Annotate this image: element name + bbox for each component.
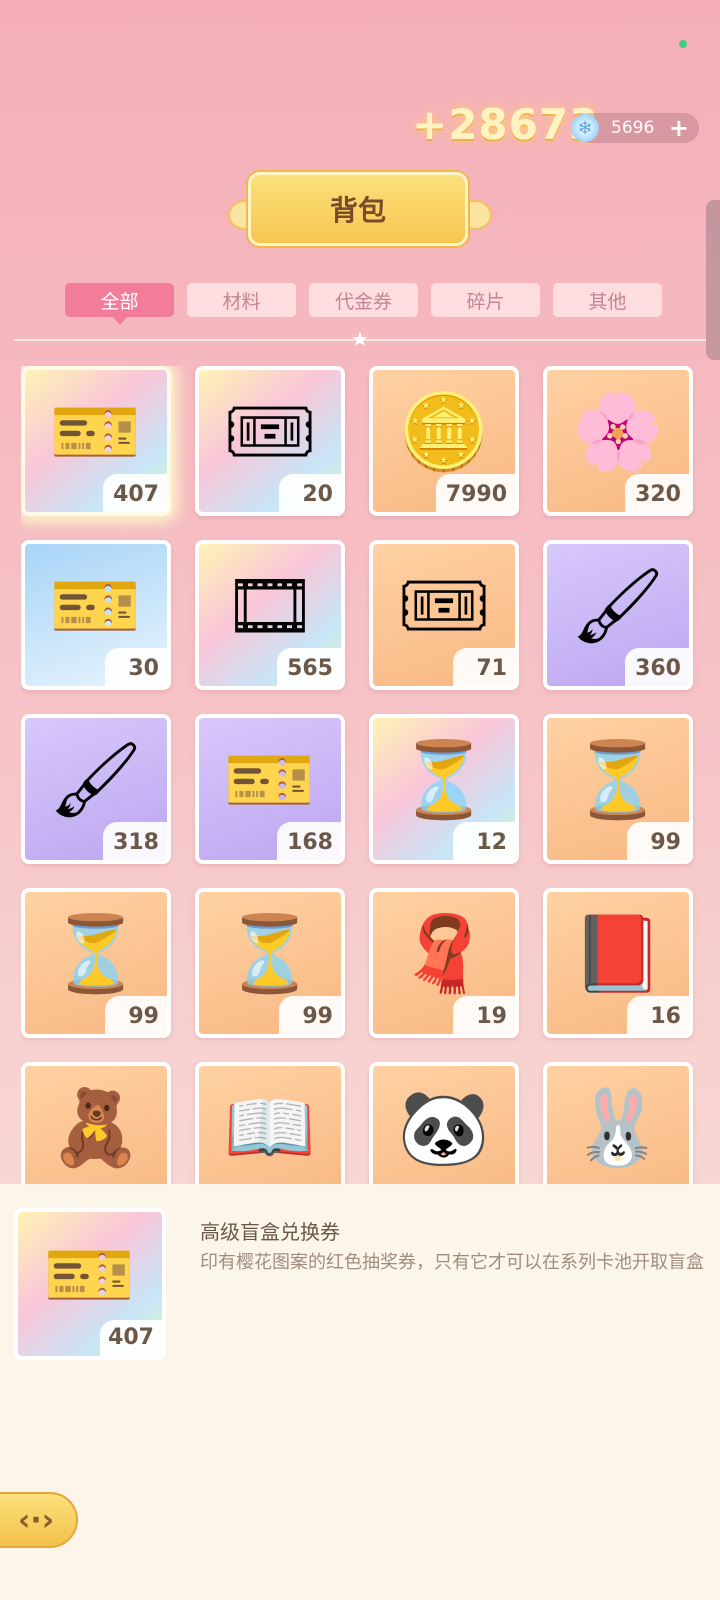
- item-icon: 🎫: [49, 563, 143, 650]
- item-count: 7990: [435, 474, 515, 512]
- item-icon: ⏳: [571, 737, 665, 824]
- status-indicator: [679, 40, 687, 48]
- back-arrow-icon: ‹·›: [17, 1502, 55, 1538]
- item-count: 20: [279, 474, 341, 512]
- item-tile[interactable]: 📕 16: [543, 888, 693, 1038]
- item-icon: 🧣: [397, 911, 491, 998]
- detail-item-count: 407: [100, 1320, 162, 1356]
- item-count: 407: [103, 474, 167, 512]
- item-count: 99: [279, 996, 341, 1034]
- back-button[interactable]: ‹·›: [0, 1492, 78, 1548]
- item-icon: 🎫: [223, 737, 317, 824]
- item-tile[interactable]: 🌸 320: [543, 366, 693, 516]
- side-scroll-handle[interactable]: [706, 200, 720, 360]
- item-tile[interactable]: 🎞 565: [195, 540, 345, 690]
- item-count: 19: [453, 996, 515, 1034]
- item-tile[interactable]: 🪙 7990: [369, 366, 519, 516]
- ticket-icon: 🎫: [43, 1232, 137, 1319]
- item-icon: 🐼: [397, 1085, 491, 1172]
- item-icon: 🖌: [571, 563, 665, 650]
- tab-other[interactable]: 其他: [553, 283, 662, 317]
- item-icon: 🌸: [571, 389, 665, 476]
- item-tile[interactable]: 🎫 407: [21, 366, 171, 516]
- item-tile[interactable]: 🎟 71: [369, 540, 519, 690]
- item-tile[interactable]: ⏳ 99: [543, 714, 693, 864]
- gem-icon: ❄: [571, 114, 599, 142]
- item-icon: 📕: [571, 911, 665, 998]
- item-tile[interactable]: ⏳ 99: [21, 888, 171, 1038]
- item-count: 168: [277, 822, 341, 860]
- item-count: 565: [277, 648, 341, 686]
- item-icon: ⏳: [223, 911, 317, 998]
- item-count: 318: [103, 822, 167, 860]
- item-tile[interactable]: ⏳ 99: [195, 888, 345, 1038]
- item-tile[interactable]: 🐼: [369, 1062, 519, 1184]
- item-icon: 🎟: [223, 389, 317, 476]
- item-icon: 🎞: [223, 563, 317, 650]
- item-icon: 🪙: [397, 389, 491, 476]
- item-tile[interactable]: 🐰: [543, 1062, 693, 1184]
- item-count: 12: [453, 822, 515, 860]
- tab-vouchers[interactable]: 代金券: [309, 283, 418, 317]
- item-icon: ⏳: [49, 911, 143, 998]
- detail-item-name: 高级盲盒兑换券: [200, 1220, 340, 1244]
- currency-value: 5696: [611, 118, 655, 138]
- currency-bar[interactable]: ❄ 5696 +: [571, 113, 699, 143]
- item-icon: 🐰: [571, 1085, 665, 1172]
- item-icon: 🎟: [397, 563, 491, 650]
- star-icon: ★: [351, 327, 369, 351]
- tab-materials[interactable]: 材料: [187, 283, 296, 317]
- item-tile[interactable]: 🖌 360: [543, 540, 693, 690]
- item-count: 99: [627, 822, 689, 860]
- item-tile[interactable]: 🎟 20: [195, 366, 345, 516]
- item-count: 320: [625, 474, 689, 512]
- plus-icon[interactable]: +: [669, 114, 689, 142]
- item-icon: 📖: [223, 1085, 317, 1172]
- item-detail-panel: 🎫 407 高级盲盒兑换券 印有樱花图案的红色抽奖券，只有它才可以在系列卡池开取…: [0, 1184, 720, 1600]
- item-tile[interactable]: 📖: [195, 1062, 345, 1184]
- item-tile[interactable]: ⏳ 12: [369, 714, 519, 864]
- page-title: 背包: [248, 172, 468, 246]
- detail-item-thumbnail: 🎫 407: [14, 1208, 166, 1360]
- item-icon: 🎫: [49, 389, 143, 476]
- item-tile[interactable]: 🖌 318: [21, 714, 171, 864]
- category-tabs: 全部 材料 代金券 碎片 其他: [65, 283, 662, 325]
- tab-fragments[interactable]: 碎片: [431, 283, 540, 317]
- item-grid: 🎫 407 🎟 20 🪙 7990 🌸 320 🎫 30 🎞 565 🎟 71 🖌 360 🖌 318 🎫 168 ⏳ 1…: [21, 366, 701, 1184]
- item-icon: ⏳: [397, 737, 491, 824]
- item-icon: 🖌: [49, 737, 143, 824]
- item-tile[interactable]: 🎫 30: [21, 540, 171, 690]
- item-icon: 🧸: [49, 1085, 143, 1172]
- item-count: 360: [625, 648, 689, 686]
- tab-all[interactable]: 全部: [65, 283, 174, 325]
- item-count: 71: [453, 648, 515, 686]
- item-count: 99: [105, 996, 167, 1034]
- item-count: 16: [627, 996, 689, 1034]
- item-tile[interactable]: 🧣 19: [369, 888, 519, 1038]
- item-count: 30: [105, 648, 167, 686]
- item-tile[interactable]: 🧸: [21, 1062, 171, 1184]
- item-tile[interactable]: 🎫 168: [195, 714, 345, 864]
- detail-item-description: 印有樱花图案的红色抽奖券，只有它才可以在系列卡池开取盲盒: [200, 1252, 704, 1273]
